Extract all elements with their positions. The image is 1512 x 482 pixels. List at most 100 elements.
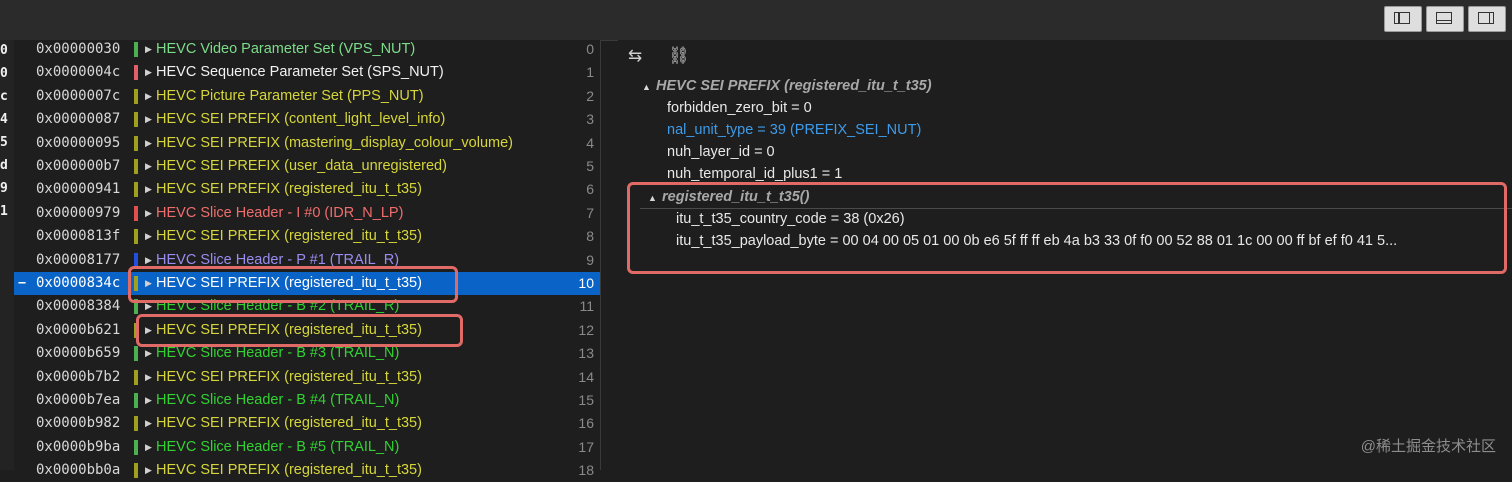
gutter-char: 0 <box>0 66 8 81</box>
row-label: HEVC Picture Parameter Set (PPS_NUT) <box>156 87 424 104</box>
expand-triangle-icon[interactable]: ▶ <box>145 85 152 108</box>
nal-type-color-bar <box>134 229 138 245</box>
expand-triangle-icon[interactable]: ▶ <box>145 202 152 225</box>
highlight-box-payload <box>627 182 1507 274</box>
row-index: 5 <box>586 158 594 174</box>
right-panel-button[interactable] <box>1468 6 1506 32</box>
row-index: 18 <box>578 462 594 479</box>
row-label: HEVC Slice Header - B #5 (TRAIL_N) <box>156 438 400 455</box>
row-label: HEVC SEI PREFIX (registered_itu_t_t35) <box>156 228 422 245</box>
nal-type-color-bar <box>134 42 138 57</box>
nal-unit-row[interactable]: 0x0000813f ▶ HEVC SEI PREFIX (registered_i… <box>14 225 600 248</box>
expand-triangle-icon[interactable]: ▶ <box>145 412 152 435</box>
row-label: HEVC Slice Header - B #4 (TRAIL_N) <box>156 392 400 408</box>
layout-buttons <box>1380 6 1506 32</box>
nal-type-color-bar <box>134 416 138 432</box>
expand-triangle-icon[interactable]: ▶ <box>145 178 152 201</box>
expand-triangle-icon[interactable]: ▶ <box>145 108 152 131</box>
nal-unit-row[interactable]: 0x0000b982 ▶ HEVC SEI PREFIX (registered_i… <box>14 412 600 435</box>
gutter-char: 5 <box>0 135 8 150</box>
bottom-panel-icon <box>1436 12 1452 24</box>
left-panel-icon <box>1394 12 1410 24</box>
row-index: 16 <box>578 415 594 432</box>
gutter-char: d <box>0 158 8 173</box>
expand-triangle-icon[interactable]: ▲ <box>642 76 656 98</box>
row-address: 0x00008384 <box>36 298 121 315</box>
expand-triangle-icon[interactable]: ▶ <box>145 389 152 412</box>
gutter-char: c <box>0 89 8 104</box>
row-index: 8 <box>586 228 594 245</box>
row-address: 0x0000bb0a <box>36 462 121 479</box>
row-label: HEVC SEI PREFIX (registered_itu_t_t35) <box>156 415 422 432</box>
row-index: 14 <box>578 368 594 385</box>
gutter-char: 9 <box>0 181 8 196</box>
nal-unit-row[interactable]: 0x00000941 ▶ HEVC SEI PREFIX (registered_i… <box>14 178 600 201</box>
sei-prefix-header-label: HEVC SEI PREFIX (registered_itu_t_t35) <box>656 78 932 94</box>
row-label: HEVC SEI PREFIX (user_data_unregistered) <box>156 158 447 174</box>
row-index: 15 <box>578 392 594 408</box>
nal-unit-row[interactable]: 0x00000087 ▶ HEVC SEI PREFIX (content_ligh… <box>14 108 600 131</box>
row-index: 0 <box>586 41 594 57</box>
nal-unit-row[interactable]: 0x0000b9ba ▶ HEVC Slice Header - B #5 (TRA… <box>14 436 600 459</box>
row-address: 0x00000095 <box>36 134 121 151</box>
right-panel-icon <box>1478 12 1494 24</box>
expand-triangle-icon[interactable]: ▶ <box>145 366 152 389</box>
nal-type-color-bar <box>134 346 138 362</box>
expand-triangle-icon[interactable]: ▶ <box>145 61 152 84</box>
nal-unit-row[interactable]: 0x000000b7 ▶ HEVC SEI PREFIX (user_data_un… <box>14 155 600 178</box>
swap-arrows-icon[interactable]: ⇆ <box>628 46 642 66</box>
row-address: 0x0000b621 <box>36 321 121 338</box>
row-address: 0x0000b982 <box>36 415 121 432</box>
highlight-box-row-12 <box>136 314 463 347</box>
gutter-char: 4 <box>0 112 8 127</box>
row-index: 4 <box>586 134 594 151</box>
row-address: 0x0000b7b2 <box>36 368 121 385</box>
row-address: 0x00008177 <box>36 251 121 268</box>
nal-unit-row[interactable]: 0x00000979 ▶ HEVC Slice Header - I #0 (IDR… <box>14 202 600 225</box>
row-label: HEVC SEI PREFIX (registered_itu_t_t35) <box>156 462 422 479</box>
expand-triangle-icon[interactable]: ▶ <box>145 459 152 482</box>
nal-unit-list[interactable]: 0x00000030 ▶ HEVC Video Parameter Set (VPS… <box>14 38 601 479</box>
field-forbidden-zero-bit[interactable]: forbidden_zero_bit = 0 <box>667 97 812 119</box>
nal-unit-row[interactable]: 0x0000007c ▶ HEVC Picture Parameter Set (P… <box>14 85 600 108</box>
nal-type-color-bar <box>134 182 138 198</box>
row-index: 13 <box>578 345 594 362</box>
nal-unit-row[interactable]: 0x0000b7b2 ▶ HEVC SEI PREFIX (registered_i… <box>14 366 600 389</box>
sei-prefix-header[interactable]: ▲ HEVC SEI PREFIX (registered_itu_t_t35) <box>642 75 932 97</box>
row-address: 0x00000087 <box>36 111 121 128</box>
row-address: 0x00000979 <box>36 204 121 221</box>
nal-unit-row[interactable]: 0x0000bb0a ▶ HEVC SEI PREFIX (registered_i… <box>14 459 600 482</box>
row-address: 0x0000004c <box>36 64 121 81</box>
nal-type-color-bar <box>134 369 138 385</box>
expand-triangle-icon[interactable]: ▶ <box>145 155 152 178</box>
row-index: 12 <box>578 321 594 338</box>
expand-triangle-icon[interactable]: ▶ <box>145 38 152 61</box>
left-panel-button[interactable] <box>1384 6 1422 32</box>
gutter-char: 0 <box>0 43 8 58</box>
nal-unit-row[interactable]: 0x0000b7ea ▶ HEVC Slice Header - B #4 (TRA… <box>14 389 600 412</box>
row-label: HEVC SEI PREFIX (registered_itu_t_t35) <box>156 181 422 198</box>
row-address: 0x0000007c <box>36 87 121 104</box>
nal-type-color-bar <box>134 135 138 151</box>
row-index: 6 <box>586 181 594 198</box>
expand-triangle-icon[interactable]: ▶ <box>145 132 152 155</box>
nal-unit-row[interactable]: 0x00000095 ▶ HEVC SEI PREFIX (mastering_di… <box>14 132 600 155</box>
nal-unit-row[interactable]: 0x00000030 ▶ HEVC Video Parameter Set (VPS… <box>14 38 600 61</box>
row-label: HEVC SEI PREFIX (content_light_level_inf… <box>156 111 446 128</box>
field-nal-unit-type[interactable]: nal_unit_type = 39 (PREFIX_SEI_NUT) <box>667 119 921 141</box>
row-address: 0x0000834c <box>36 275 121 291</box>
highlight-box-row-10 <box>128 266 458 303</box>
nal-unit-row[interactable]: 0x0000004c ▶ HEVC Sequence Parameter Set (… <box>14 61 600 84</box>
nal-type-color-bar <box>134 159 138 174</box>
row-index: 2 <box>586 87 594 104</box>
expand-triangle-icon[interactable]: ▶ <box>145 436 152 459</box>
field-nuh-layer-id[interactable]: nuh_layer_id = 0 <box>667 141 775 163</box>
hex-gutter: 0 0 c 4 5 d 9 1 <box>0 40 14 470</box>
bottom-panel-button[interactable] <box>1426 6 1464 32</box>
row-index: 3 <box>586 111 594 128</box>
row-label: HEVC Sequence Parameter Set (SPS_NUT) <box>156 64 444 81</box>
tree-structure-icon[interactable]: ⛓ <box>668 46 690 66</box>
top-toolbar <box>0 0 1512 41</box>
expand-triangle-icon[interactable]: ▶ <box>145 225 152 248</box>
row-label: HEVC SEI PREFIX (registered_itu_t_t35) <box>156 368 422 385</box>
